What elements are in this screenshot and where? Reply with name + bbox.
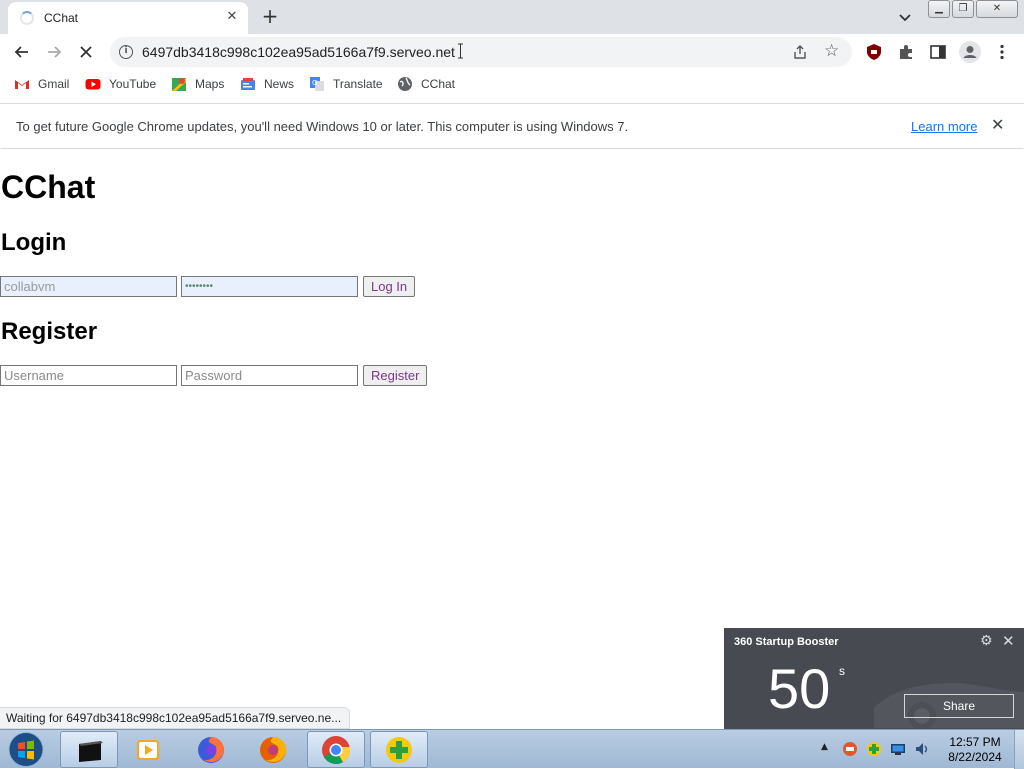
taskbar-firefox-app[interactable] (182, 731, 240, 768)
learn-more-link[interactable]: Learn more (911, 119, 977, 134)
bookmark-label: Maps (195, 77, 225, 91)
stop-loading-icon[interactable] (76, 42, 96, 62)
loading-status-bubble: Waiting for 6497db3418c998c102ea95ad5166… (0, 707, 351, 729)
tab-search-chevron-icon[interactable] (896, 8, 914, 26)
window-close-button[interactable]: ✕ (976, 0, 1018, 18)
clock-time: 12:57 PM (949, 735, 1001, 749)
system-clock[interactable]: 12:57 PM 8/22/2024 (940, 735, 1010, 765)
startup-booster-popup: 360 Startup Booster ⚙ ✕ 50 s Share (724, 628, 1024, 729)
register-username-input[interactable] (0, 365, 177, 386)
infobar-message: To get future Google Chrome updates, you… (16, 119, 629, 134)
login-heading: Login (1, 229, 67, 256)
booster-title: 360 Startup Booster (734, 636, 839, 648)
tray-360-icon[interactable] (842, 741, 858, 757)
bookmark-label: YouTube (109, 77, 157, 91)
forward-arrow-icon[interactable] (44, 42, 64, 62)
taskbar-360-app[interactable] (370, 731, 428, 768)
start-orb-icon[interactable] (6, 731, 46, 768)
chrome-icon (322, 736, 351, 764)
register-heading: Register (1, 318, 98, 345)
browser-toolbar: i 6497db3418c998c102ea95ad5166a7f9.serve… (0, 34, 1024, 70)
update-infobar: To get future Google Chrome updates, you… (0, 103, 1024, 148)
login-username-input[interactable] (0, 276, 177, 297)
loading-spinner-icon (20, 11, 34, 25)
site-info-icon[interactable]: i (119, 45, 133, 59)
tab-close-icon[interactable]: ✕ (224, 9, 240, 25)
ublock-shield-icon[interactable] (865, 43, 883, 61)
tray-volume-icon[interactable] (914, 741, 930, 757)
bookmark-label: CChat (421, 77, 456, 91)
youtube-icon (85, 79, 101, 90)
bookmark-maps[interactable]: Maps (171, 75, 224, 93)
profile-avatar-icon[interactable] (959, 41, 981, 63)
bookmark-label: News (264, 77, 295, 91)
taskbar-firefox2-app[interactable] (244, 731, 302, 768)
media-player-icon (137, 740, 159, 760)
bookmark-star-icon[interactable]: ☆ (824, 41, 839, 61)
side-panel-icon[interactable] (929, 43, 947, 61)
login-button[interactable]: Log In (363, 276, 416, 297)
bookmark-label: Translate (333, 77, 383, 91)
address-url[interactable]: 6497db3418c998c102ea95ad5166a7f9.serveo.… (142, 44, 455, 60)
gmail-icon (15, 80, 29, 89)
taskbar-chrome-app[interactable] (307, 731, 365, 768)
show-hidden-icons-icon[interactable]: ▲ (821, 742, 828, 752)
bookmark-youtube[interactable]: YouTube (85, 75, 156, 93)
taskbar-cmd-app[interactable] (60, 731, 118, 768)
register-button[interactable]: Register (363, 365, 428, 386)
taskbar-media-app[interactable] (120, 731, 178, 768)
news-icon (241, 78, 255, 90)
address-bar[interactable]: i 6497db3418c998c102ea95ad5166a7f9.serve… (110, 37, 852, 67)
globe-icon (398, 77, 412, 91)
extensions-puzzle-icon[interactable] (897, 43, 915, 61)
booster-close-icon[interactable]: ✕ (1002, 632, 1015, 650)
tab-strip: CChat ✕ + ▁ ❐ ✕ (0, 0, 1024, 34)
firefox-icon (198, 737, 224, 763)
login-password-input[interactable] (181, 276, 358, 297)
show-desktop-button[interactable] (1014, 730, 1024, 769)
svg-text:G: G (312, 79, 317, 87)
windows-taskbar: ▲ 12:57 PM 8/22/2024 (0, 729, 1024, 769)
bookmark-cchat[interactable]: CChat (397, 75, 455, 93)
text-cursor-icon (458, 43, 463, 59)
register-password-input[interactable] (181, 365, 358, 386)
tab-cchat[interactable]: CChat ✕ (8, 2, 248, 34)
maps-icon (172, 78, 186, 91)
boot-seconds-value: 50 (768, 657, 831, 720)
back-arrow-icon[interactable] (12, 42, 32, 62)
tray-network-icon[interactable] (890, 741, 906, 757)
share-icon[interactable] (792, 44, 808, 60)
firefox-icon (260, 737, 286, 763)
bookmarks-bar: Gmail YouTube Maps News G Translate CCha… (0, 70, 1024, 98)
security-360-icon (386, 737, 412, 763)
share-button[interactable]: Share (904, 694, 1014, 718)
tray-shield-icon[interactable] (866, 741, 882, 757)
bookmark-news[interactable]: News (240, 75, 294, 93)
terminal-icon (79, 741, 103, 762)
infobar-close-icon[interactable]: ✕ (991, 115, 1004, 134)
minimize-button[interactable]: ▁ (928, 0, 950, 18)
new-tab-button[interactable]: + (258, 4, 282, 28)
settings-gear-icon[interactable]: ⚙ (980, 633, 993, 649)
clock-date: 8/22/2024 (948, 750, 1002, 764)
restore-button[interactable]: ❐ (952, 0, 974, 18)
tab-title: CChat (44, 11, 79, 25)
bookmark-label: Gmail (38, 77, 70, 91)
bookmark-gmail[interactable]: Gmail (14, 75, 69, 93)
bookmark-translate[interactable]: G Translate (309, 75, 383, 93)
translate-icon: G (310, 77, 324, 91)
page-title: CChat (1, 169, 96, 205)
boot-seconds-unit: s (839, 664, 845, 678)
menu-dots-icon[interactable] (993, 43, 1011, 61)
